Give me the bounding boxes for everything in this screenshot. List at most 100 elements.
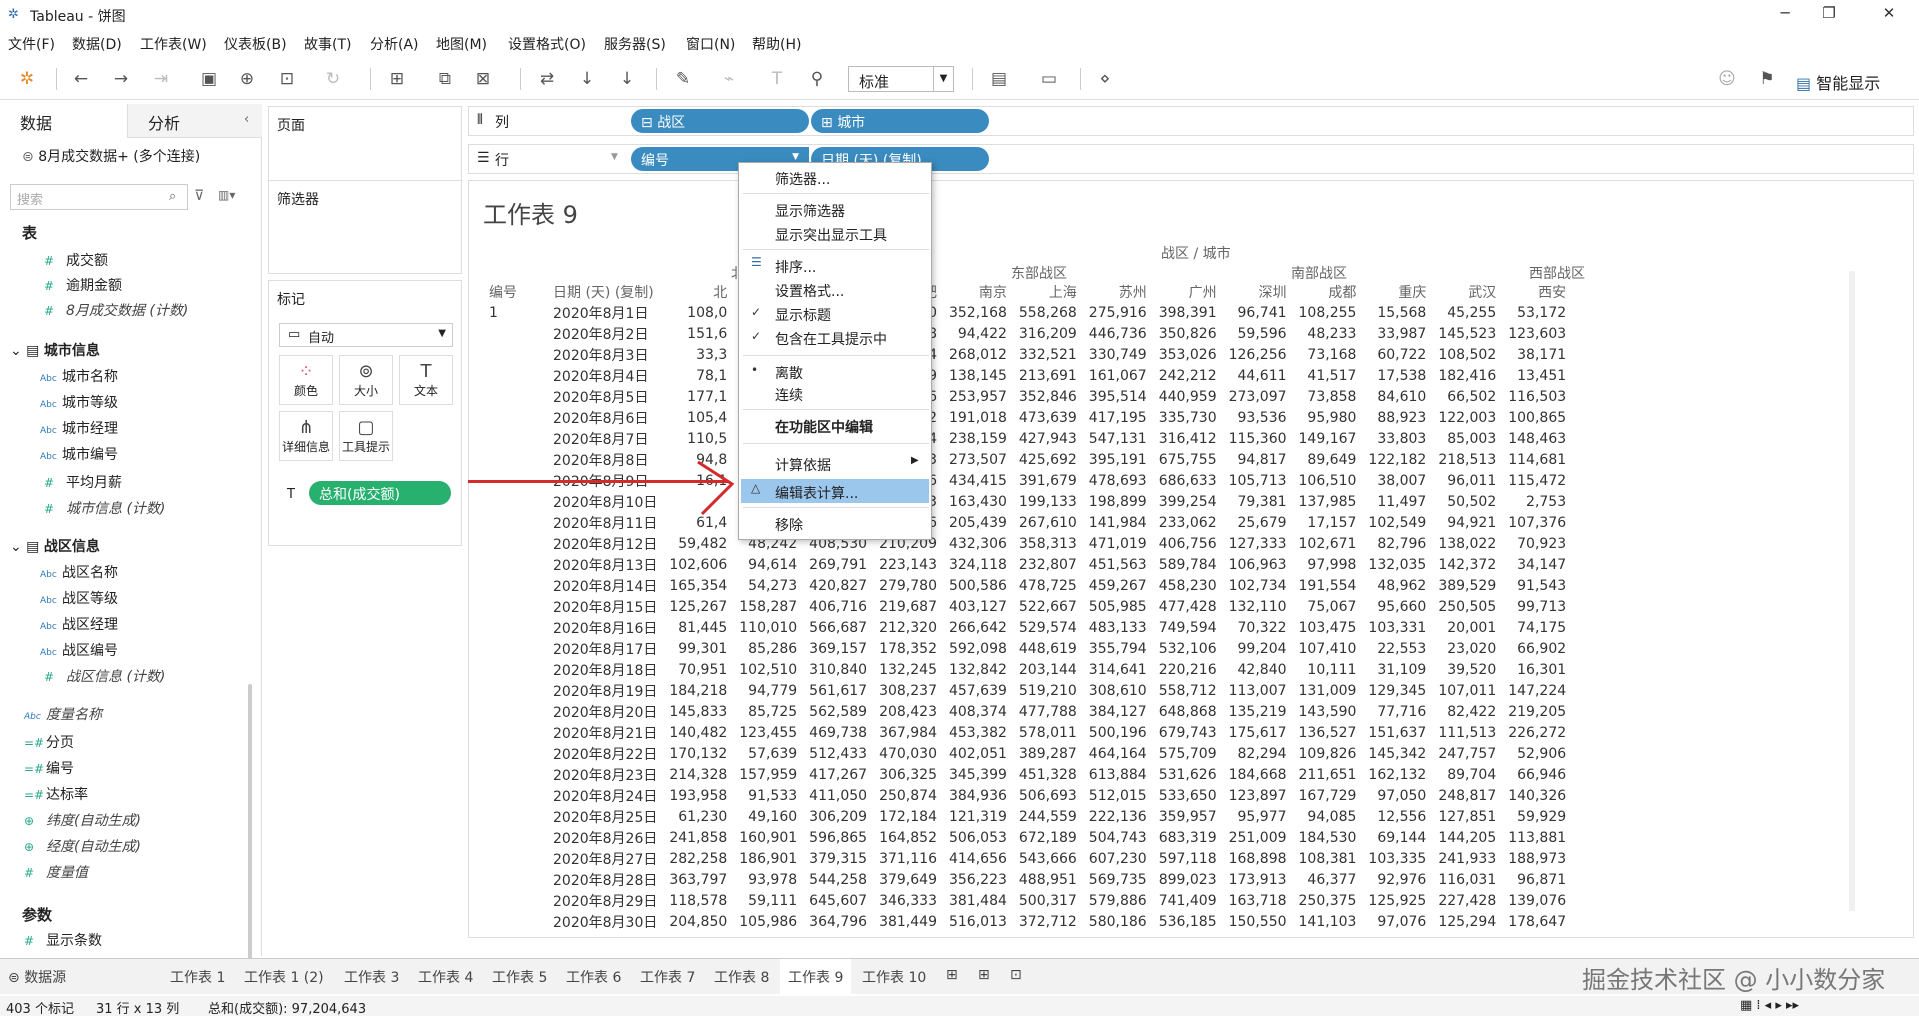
- value-cell[interactable]: 158,287: [733, 596, 803, 617]
- menu-item-show-header[interactable]: 显示标题: [775, 305, 831, 325]
- menu-dashboard[interactable]: 仪表板(B): [224, 34, 287, 54]
- value-cell[interactable]: 165,354: [663, 575, 733, 596]
- search-input[interactable]: 搜索 ⌕: [10, 184, 188, 210]
- date-cell[interactable]: 2020年8月11日: [547, 512, 663, 533]
- field-zone-manager[interactable]: Abc 战区经理: [40, 614, 118, 634]
- value-cell[interactable]: 558,268: [1013, 302, 1083, 323]
- date-cell[interactable]: 2020年8月25日: [547, 806, 663, 827]
- value-cell[interactable]: 94,614: [733, 554, 803, 575]
- value-cell[interactable]: 395,514: [1083, 386, 1153, 407]
- value-cell[interactable]: 314,641: [1083, 659, 1153, 680]
- field-zone-name[interactable]: Abc 战区名称: [40, 562, 118, 582]
- value-cell[interactable]: 193,958: [663, 785, 733, 806]
- value-cell[interactable]: 188,973: [1502, 848, 1572, 869]
- value-cell[interactable]: 273,507: [943, 449, 1013, 470]
- tab-sheet-10[interactable]: 工作表 10: [862, 967, 926, 987]
- grid-view-icon[interactable]: ▦ ⁞ ◂ ▸ ▸▸: [1740, 998, 1799, 1013]
- value-cell[interactable]: 99,204: [1223, 638, 1293, 659]
- date-cell[interactable]: 2020年8月5日: [547, 386, 663, 407]
- group-icon[interactable]: ⌁: [718, 68, 740, 90]
- value-cell[interactable]: 451,328: [1013, 764, 1083, 785]
- value-cell[interactable]: 580,186: [1083, 911, 1153, 932]
- value-cell[interactable]: 10,111: [1293, 659, 1363, 680]
- menu-story[interactable]: 故事(T): [304, 34, 351, 54]
- scrollbar[interactable]: [248, 684, 252, 984]
- date-cell[interactable]: 2020年8月1日: [547, 302, 663, 323]
- value-cell[interactable]: 184,668: [1223, 764, 1293, 785]
- tip-icon[interactable]: ⚑: [1756, 68, 1778, 90]
- value-cell[interactable]: 49,160: [733, 806, 803, 827]
- rows-shelf[interactable]: ☰ 行 ▼ 编号 ▼ 日期 (天) (复制): [468, 144, 1914, 174]
- tab-sheet-1-2[interactable]: 工作表 1 (2): [244, 967, 324, 987]
- value-cell[interactable]: 335,730: [1153, 407, 1223, 428]
- value-cell[interactable]: 532,106: [1153, 638, 1223, 659]
- param-rows[interactable]: # 显示条数: [24, 930, 102, 950]
- value-cell[interactable]: 145,523: [1432, 323, 1502, 344]
- date-cell[interactable]: 2020年8月14日: [547, 575, 663, 596]
- refresh-icon[interactable]: ↻: [322, 68, 344, 90]
- value-cell[interactable]: 238,159: [943, 428, 1013, 449]
- pause-updates-icon[interactable]: ⊡: [276, 68, 298, 90]
- value-cell[interactable]: 111,513: [1432, 722, 1502, 743]
- value-cell[interactable]: 96,011: [1432, 470, 1502, 491]
- value-cell[interactable]: 547,131: [1083, 428, 1153, 449]
- value-cell[interactable]: 44,611: [1223, 365, 1293, 386]
- sort-asc-icon[interactable]: ↓: [576, 68, 598, 90]
- value-cell[interactable]: 59,596: [1223, 323, 1293, 344]
- column-header[interactable]: 广州: [1153, 281, 1223, 302]
- value-cell[interactable]: 89,649: [1293, 449, 1363, 470]
- field-city-level[interactable]: Abc 城市等级: [40, 392, 118, 412]
- value-cell[interactable]: 103,335: [1362, 848, 1432, 869]
- menu-item-show-highlighter[interactable]: 显示突出显示工具: [775, 225, 887, 245]
- value-cell[interactable]: 125,294: [1432, 911, 1502, 932]
- value-cell[interactable]: 102,734: [1223, 575, 1293, 596]
- datasource-label[interactable]: ⊜ 8月成交数据+ (多个连接): [22, 146, 200, 166]
- value-cell[interactable]: 359,957: [1153, 806, 1223, 827]
- value-cell[interactable]: 575,709: [1153, 743, 1223, 764]
- duplicate-icon[interactable]: ⧉: [434, 68, 456, 90]
- share-icon[interactable]: ⋄: [1094, 68, 1116, 90]
- value-cell[interactable]: 85,286: [733, 638, 803, 659]
- value-cell[interactable]: 448,619: [1013, 638, 1083, 659]
- value-cell[interactable]: 519,210: [1013, 680, 1083, 701]
- menu-worksheet[interactable]: 工作表(W): [140, 34, 207, 54]
- column-header[interactable]: 编号: [483, 281, 547, 302]
- value-cell[interactable]: 686,633: [1153, 470, 1223, 491]
- value-cell[interactable]: 220,216: [1153, 659, 1223, 680]
- value-cell[interactable]: 398,391: [1153, 302, 1223, 323]
- value-cell[interactable]: 358,313: [1013, 533, 1083, 554]
- value-cell[interactable]: 504,743: [1083, 827, 1153, 848]
- value-cell[interactable]: 273,097: [1223, 386, 1293, 407]
- date-cell[interactable]: 2020年8月29日: [547, 890, 663, 911]
- date-cell[interactable]: 2020年8月8日: [547, 449, 663, 470]
- value-cell[interactable]: 569,735: [1083, 869, 1153, 890]
- value-cell[interactable]: 82,796: [1362, 533, 1432, 554]
- value-cell[interactable]: 103,331: [1362, 617, 1432, 638]
- replay-icon[interactable]: ⇥: [150, 68, 172, 90]
- field-id[interactable]: =# 编号: [24, 758, 74, 778]
- value-cell[interactable]: 84,610: [1362, 386, 1432, 407]
- value-cell[interactable]: 175,617: [1223, 722, 1293, 743]
- value-cell[interactable]: 50,502: [1432, 491, 1502, 512]
- date-cell[interactable]: 2020年8月2日: [547, 323, 663, 344]
- date-cell[interactable]: 2020年8月30日: [547, 911, 663, 932]
- value-cell[interactable]: 253,957: [943, 386, 1013, 407]
- field-zone-code[interactable]: Abc 战区编号: [40, 640, 118, 660]
- value-cell[interactable]: 191,018: [943, 407, 1013, 428]
- clear-sheet-icon[interactable]: ⊠: [472, 68, 494, 90]
- menu-data[interactable]: 数据(D): [72, 34, 122, 54]
- value-cell[interactable]: 91,533: [733, 785, 803, 806]
- value-cell[interactable]: 53,172: [1502, 302, 1572, 323]
- menu-file[interactable]: 文件(F): [8, 34, 55, 54]
- date-cell[interactable]: 2020年8月21日: [547, 722, 663, 743]
- value-cell[interactable]: 316,412: [1153, 428, 1223, 449]
- value-cell[interactable]: 645,607: [803, 890, 873, 911]
- menu-format[interactable]: 设置格式(O): [508, 34, 586, 54]
- value-cell[interactable]: 46,377: [1293, 869, 1363, 890]
- value-cell[interactable]: 267,610: [1013, 512, 1083, 533]
- value-cell[interactable]: 170,132: [663, 743, 733, 764]
- swap-icon[interactable]: ⇄: [536, 68, 558, 90]
- value-cell[interactable]: 478,693: [1083, 470, 1153, 491]
- value-cell[interactable]: 123,603: [1502, 323, 1572, 344]
- tab-data[interactable]: 数据: [0, 104, 128, 138]
